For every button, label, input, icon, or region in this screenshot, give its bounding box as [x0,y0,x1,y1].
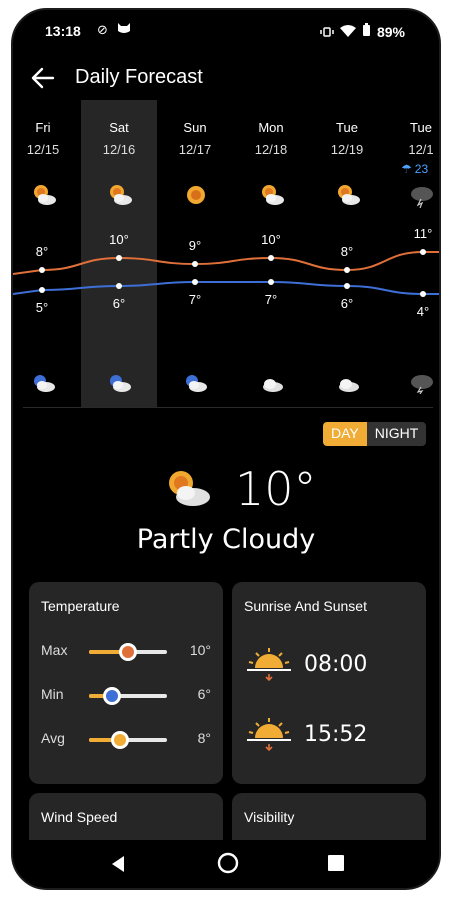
card-title: Temperature [41,598,120,614]
wifi-icon [339,24,356,40]
low-temp-label: 4° [416,304,430,319]
low-temp-label: 5° [35,300,49,315]
battery-percent: 89% [376,23,405,40]
max-slider [89,643,167,661]
knob-center [106,690,119,702]
card-title: Wind Speed [41,809,118,825]
card-title: Visibility [244,809,295,825]
low-temp-point [192,279,198,285]
low-temp-label: 7° [264,292,278,307]
sunrise-sunset-card: Sunrise And Sunset 08:00 15:52 [232,582,426,784]
sunset-icon [244,714,294,754]
status-right: 89% [320,23,405,40]
status-bar: 13:18 ⊘ 89% [13,10,439,52]
back-arrow-icon[interactable] [29,64,57,92]
card-title: Sunrise And Sunset [244,598,367,614]
min-slider-knob [103,687,122,705]
high-temp-point [39,267,45,273]
current-condition: Partly Cloudy [136,524,316,555]
low-temp-point [268,279,274,285]
current-temperature: 10° [235,462,317,516]
low-temp-point [39,287,45,293]
max-slider-knob [119,643,137,661]
high-temp-point [116,255,122,261]
nav-home-icon[interactable] [217,852,239,879]
temperature-graph [13,249,439,297]
high-temp-line [13,251,439,275]
high-temp-point [192,261,198,267]
avg-slider [89,731,167,749]
temperature-card: Temperature Max 10° Min 6° Avg 8° [29,582,223,784]
battery-icon [362,23,371,40]
high-temp-label: 8° [340,244,354,259]
low-temp-line [13,281,439,295]
low-temp-label: 6° [340,296,354,311]
low-temp-point [420,291,426,297]
high-temp-label: 8° [35,244,49,259]
nav-back-icon[interactable] [109,854,127,879]
min-label: Min [41,686,64,702]
knob-center [114,734,127,746]
low-temp-point [344,283,350,289]
cat-icon [117,22,131,37]
divider [23,407,433,408]
page-title: Daily Forecast [75,66,203,88]
avg-label: Avg [41,730,65,746]
vibrate-icon [320,24,334,40]
knob-center [122,646,134,658]
max-value: 10° [189,642,211,658]
system-nav-bar [13,840,439,888]
forecast-strip[interactable]: Fri 12/15 Sat 12/16 Sun 12/17 Mon 12/18 … [13,100,439,408]
app-header: Daily Forecast [13,56,439,100]
min-value: 6° [197,686,211,702]
sunrise-icon [244,644,294,684]
high-temp-label: 9° [188,238,202,253]
high-temp-point [268,255,274,261]
min-slider [89,687,167,705]
status-time: 13:18 [45,23,81,39]
partly-cloudy-icon [163,468,213,508]
phone-screen: 13:18 ⊘ 89% Daily Forecast Fri 12/15 Sat… [11,8,441,890]
night-toggle-button[interactable]: NIGHT [366,422,427,446]
low-temp-point [116,283,122,289]
sunset-time: 15:52 [304,722,368,747]
avg-value: 8° [197,730,211,746]
low-temp-label: 6° [112,296,126,311]
high-temp-label: 11° [413,226,433,241]
high-temp-point [420,249,426,255]
avg-slider-knob [111,731,130,749]
max-label: Max [41,642,68,658]
low-temp-label: 7° [188,292,202,307]
no-disturb-icon: ⊘ [97,22,108,37]
day-night-toggle[interactable]: DAY NIGHT [323,422,427,446]
sunrise-time: 08:00 [304,652,368,677]
high-temp-point [344,267,350,273]
high-temp-label: 10° [261,232,281,247]
day-toggle-button[interactable]: DAY [323,422,367,446]
high-temp-label: 10° [109,232,129,247]
nav-recents-icon[interactable] [327,854,345,877]
